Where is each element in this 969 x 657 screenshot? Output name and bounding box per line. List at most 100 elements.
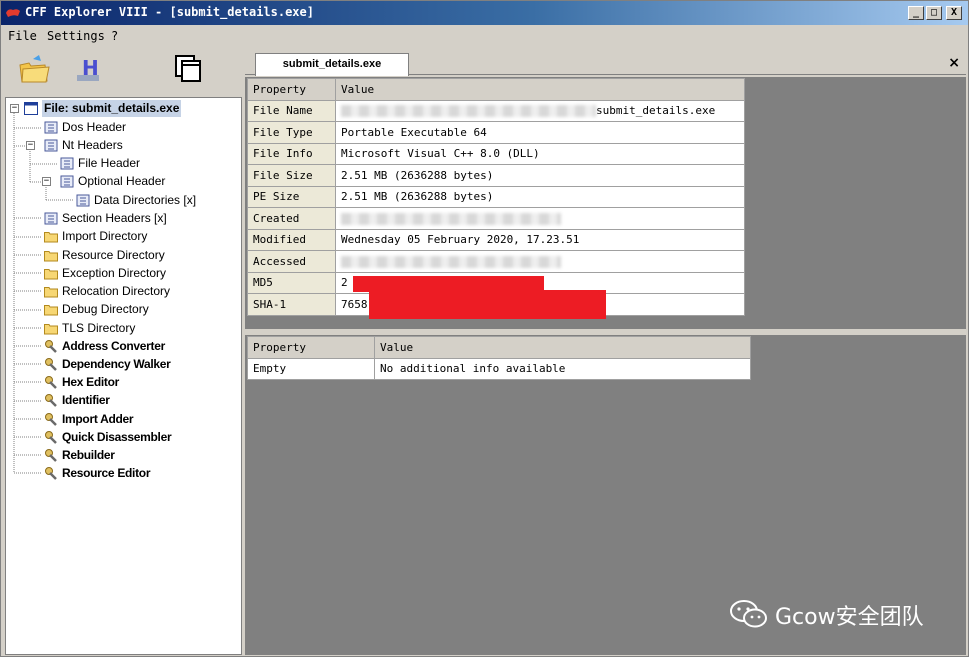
- row-value: Wednesday 05 February 2020, 17.23.51: [335, 228, 745, 251]
- collapse-root-expander[interactable]: −: [10, 104, 19, 113]
- table-row[interactable]: File Type Portable Executable 64: [247, 121, 745, 144]
- collapse-nt-headers-expander[interactable]: −: [26, 141, 35, 150]
- row-property: PE Size: [247, 185, 336, 208]
- minimize-button[interactable]: _: [908, 6, 924, 20]
- row-property: Empty: [247, 357, 375, 380]
- tree-item-label: Exception Directory: [62, 266, 167, 280]
- folder-icon: [44, 269, 58, 280]
- table-row[interactable]: Created: [247, 207, 745, 230]
- row-property: Accessed: [247, 250, 336, 273]
- table-row[interactable]: Modified Wednesday 05 February 2020, 17.…: [247, 228, 745, 251]
- table-row[interactable]: File Size 2.51 MB (2636288 bytes): [247, 164, 745, 187]
- row-value: Portable Executable 64: [335, 121, 745, 144]
- windows-cascade-icon[interactable]: [173, 53, 207, 85]
- row-value: submit_details.exe: [335, 99, 745, 122]
- close-button[interactable]: X: [946, 6, 962, 20]
- menu-settings[interactable]: Settings: [47, 29, 105, 43]
- struct-icon: [44, 121, 58, 134]
- tree-item-label: Relocation Directory: [62, 284, 171, 298]
- blurred-created-date: [341, 212, 561, 225]
- column-header-property[interactable]: Property: [247, 78, 336, 101]
- wechat-icon: [730, 600, 767, 628]
- tool-icon: [45, 431, 57, 444]
- table-row[interactable]: File Name submit_details.exe: [247, 99, 745, 122]
- tool-icon: [45, 394, 57, 407]
- md5-value: 2: [341, 276, 348, 290]
- tool-icon: [45, 413, 57, 426]
- table-header-row: Property Value: [247, 78, 745, 101]
- blurred-path: [341, 105, 596, 118]
- struct-icon: [44, 212, 58, 225]
- row-property: MD5: [247, 271, 336, 294]
- watermark-text: Gcow安全团队: [775, 605, 924, 630]
- row-value: [335, 207, 745, 230]
- row-property: Created: [247, 207, 336, 230]
- close-tab-icon[interactable]: ×: [948, 55, 960, 71]
- row-property: File Name: [247, 99, 336, 122]
- table-row[interactable]: PE Size 2.51 MB (2636288 bytes): [247, 185, 745, 208]
- table-row[interactable]: File Info Microsoft Visual C++ 8.0 (DLL): [247, 142, 745, 165]
- tool-icon: [45, 376, 57, 389]
- svg-text:H: H: [82, 56, 99, 80]
- row-value: No additional info available: [374, 357, 751, 380]
- file-name-value: submit_details.exe: [596, 104, 716, 118]
- tree-item-label: Data Directories [x]: [94, 193, 197, 207]
- tool-icon: [45, 467, 57, 480]
- folder-icon: [44, 232, 58, 243]
- tree-item-label: Section Headers [x]: [62, 211, 167, 225]
- cff-explorer-window: CFF Explorer VIII - [submit_details.exe]…: [0, 0, 969, 657]
- hex-h-icon[interactable]: H: [71, 53, 105, 85]
- tree-item-label: Resource Editor: [62, 466, 151, 480]
- tab-submit-details[interactable]: submit_details.exe: [255, 53, 409, 76]
- tree-item-label: Resource Directory: [62, 248, 165, 262]
- open-folder-icon[interactable]: [17, 53, 51, 85]
- tree-item-label: Nt Headers: [62, 138, 123, 152]
- row-property: File Type: [247, 121, 336, 144]
- column-header-value[interactable]: Value: [335, 78, 745, 101]
- table-row[interactable]: Accessed: [247, 250, 745, 273]
- tree-item-label: Dos Header: [62, 120, 127, 134]
- tree-item-label: TLS Directory: [62, 321, 136, 335]
- column-header-value[interactable]: Value: [374, 336, 751, 359]
- row-value: 2.51 MB (2636288 bytes): [335, 185, 745, 208]
- tree-item-label: File Header: [78, 156, 141, 170]
- window-title: CFF Explorer VIII - [submit_details.exe]: [25, 5, 314, 19]
- struct-icon: [76, 194, 90, 207]
- folder-icon: [44, 251, 58, 262]
- menu-file[interactable]: File: [8, 29, 37, 43]
- collapse-optional-header-expander[interactable]: −: [42, 177, 51, 186]
- tree-item-label: Optional Header: [78, 174, 166, 188]
- menu-help[interactable]: ?: [111, 29, 118, 43]
- row-property: File Info: [247, 142, 336, 165]
- window-icon: [24, 102, 38, 115]
- title-bar[interactable]: CFF Explorer VIII - [submit_details.exe]…: [1, 1, 968, 25]
- tree-item-label: Debug Directory: [62, 302, 149, 316]
- tree-item-label: Dependency Walker: [62, 357, 171, 371]
- file-tree[interactable]: − File: submit_details.exe Dos Header − …: [5, 97, 242, 655]
- table-row[interactable]: Empty No additional info available: [247, 357, 751, 380]
- folder-icon: [44, 305, 58, 316]
- row-property: Modified: [247, 228, 336, 251]
- maximize-button[interactable]: □: [926, 6, 942, 20]
- document-tabstrip: submit_details.exe ×: [245, 51, 966, 76]
- row-value: Microsoft Visual C++ 8.0 (DLL): [335, 142, 745, 165]
- tree-item-label: Quick Disassembler: [62, 430, 172, 444]
- row-property: SHA-1: [247, 293, 336, 316]
- tree-item-label: Rebuilder: [62, 448, 115, 462]
- row-value: 2.51 MB (2636288 bytes): [335, 164, 745, 187]
- struct-icon: [60, 157, 74, 170]
- tool-icon: [45, 449, 57, 462]
- tool-icon: [45, 358, 57, 371]
- tree-item-label: Import Directory: [62, 229, 148, 243]
- folder-icon: [44, 287, 58, 298]
- table-header-row: Property Value: [247, 336, 751, 359]
- tool-icon: [45, 340, 57, 353]
- folder-icon: [44, 324, 58, 335]
- tree-item-label: Address Converter: [62, 339, 165, 353]
- blurred-accessed-date: [341, 255, 561, 268]
- detail-table: Property Value Empty No additional info …: [247, 336, 751, 380]
- tree-item-label: Identifier: [62, 393, 110, 407]
- row-property: File Size: [247, 164, 336, 187]
- row-value: [335, 250, 745, 273]
- column-header-property[interactable]: Property: [247, 336, 375, 359]
